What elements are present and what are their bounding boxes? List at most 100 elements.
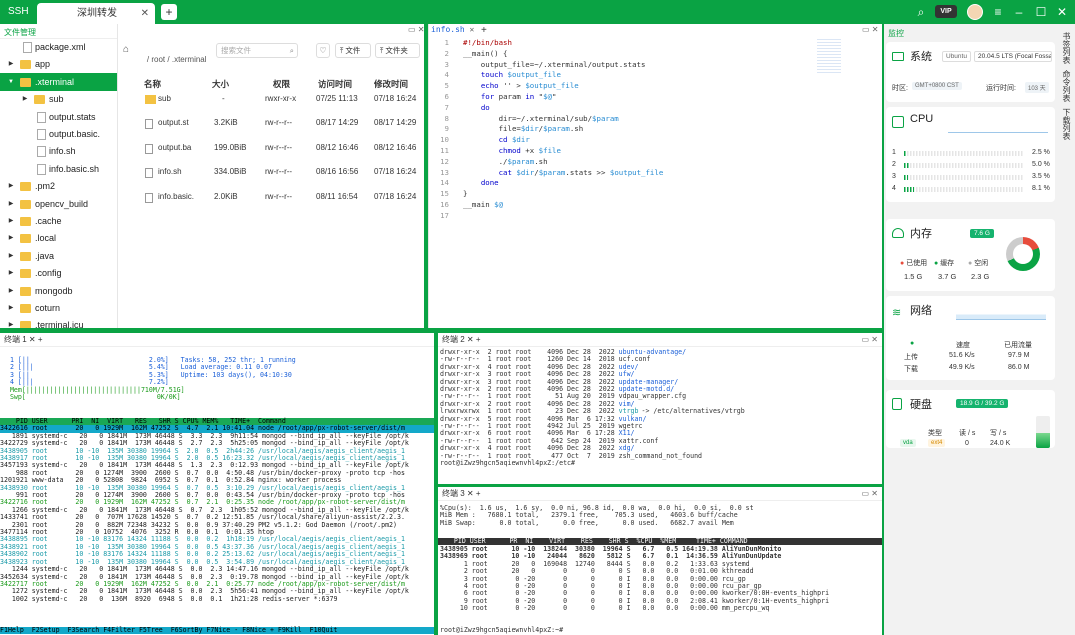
- code-line[interactable]: 7 do: [429, 103, 882, 114]
- add-tab-button[interactable]: +: [481, 25, 487, 36]
- close-icon[interactable]: ✕: [29, 335, 36, 344]
- add-tab-button[interactable]: +: [476, 489, 481, 498]
- code-line[interactable]: 8 dir=~/.xterminal/sub/$param: [429, 114, 882, 125]
- code-line[interactable]: 4 touch $output_file: [429, 70, 882, 81]
- terminal-2-tab[interactable]: 终端 2 ✕ +: [438, 333, 882, 347]
- code-line[interactable]: 15}: [429, 189, 882, 200]
- menu-icon[interactable]: ≡: [990, 4, 1006, 20]
- maximize-icon[interactable]: ☐: [1033, 4, 1049, 20]
- sidebar-item[interactable]: ▶ app: [0, 55, 117, 73]
- split-icon[interactable]: ▭: [408, 25, 416, 34]
- chevron-icon[interactable]: ▶: [6, 229, 16, 247]
- favorite-button[interactable]: ♡: [316, 43, 330, 58]
- sidebar-item[interactable]: ▶ .config: [0, 264, 117, 282]
- htop-process-list[interactable]: 1891 systemd-c 20 0 1841M 173M 46448 S 3…: [0, 432, 409, 603]
- terminal-3-tab[interactable]: 终端 3 ✕ +: [438, 487, 882, 501]
- avatar[interactable]: [967, 4, 983, 20]
- sidebar-item[interactable]: ▶ opencv_build: [0, 195, 117, 213]
- close-icon[interactable]: ✕: [418, 25, 425, 34]
- top-process-row[interactable]: 10 root 0 -20 0 0 0 I 0.0 0.0 0:00.00 mm…: [440, 604, 829, 612]
- sidebar-item[interactable]: info.sh: [0, 142, 117, 160]
- sidebar-item[interactable]: ▶ .terminal.icu: [0, 316, 117, 328]
- close-icon[interactable]: ✕: [871, 335, 878, 344]
- split-icon[interactable]: ▭: [862, 25, 870, 34]
- upload-folder-button[interactable]: ⤒ 文件夹: [375, 43, 420, 58]
- close-icon[interactable]: ✕: [872, 25, 879, 34]
- minimize-icon[interactable]: –: [1011, 4, 1027, 20]
- htop-process-row[interactable]: 1002 systemd-c 20 0 136M 8920 6948 S 0.0…: [0, 595, 409, 603]
- terminal-2[interactable]: 终端 2 ✕ + ▭ ✕ drwxr-xr-x 2 root root 4096…: [438, 333, 882, 484]
- terminal-1[interactable]: 终端 1 ✕ + 1 [|| 2.0%] Tasks: 58, 252 thr;…: [0, 333, 434, 635]
- search-icon[interactable]: ⌕: [913, 4, 929, 20]
- side-tab-downloads[interactable]: 下载列表: [1060, 104, 1072, 144]
- search-input[interactable]: 搜索文件 ⌕: [216, 43, 298, 58]
- code-line[interactable]: 17: [429, 211, 882, 222]
- close-icon[interactable]: ✕: [141, 3, 149, 24]
- sidebar-item[interactable]: ▶ .local: [0, 229, 117, 247]
- file-row[interactable]: info.basic. 2.0KiB rw-r--r-- 08/11 16:54 07/…: [118, 186, 424, 210]
- split-icon[interactable]: ▭: [862, 335, 870, 344]
- sidebar-item[interactable]: output.stats: [0, 108, 117, 126]
- code-line[interactable]: 6 for param in "$@": [429, 92, 882, 103]
- top-prompt[interactable]: root@iZwz9hgcn5aqiewnvhl4pxZ:~#: [440, 626, 567, 634]
- file-row[interactable]: output.st 3.2KiB rw-r--r-- 08/17 14:29 08/17…: [118, 112, 424, 136]
- chevron-icon[interactable]: ▶: [6, 264, 16, 282]
- sidebar-item[interactable]: output.basic.: [0, 125, 117, 143]
- sidebar-item[interactable]: info.basic.sh: [0, 160, 117, 178]
- code-editor[interactable]: info.sh ✕ + 1 #!/bin/bash 2 __main() {3 out…: [428, 24, 882, 328]
- chevron-icon[interactable]: ▶: [6, 195, 16, 213]
- sidebar-item[interactable]: ▶ mongodb: [0, 282, 117, 300]
- add-tab-button[interactable]: +: [161, 4, 177, 20]
- sidebar-item[interactable]: ▶ coturn: [0, 299, 117, 317]
- close-icon[interactable]: ✕: [467, 489, 474, 498]
- chevron-icon[interactable]: ▶: [20, 90, 30, 108]
- side-tab-commands[interactable]: 命令列表: [1060, 66, 1072, 106]
- split-icon[interactable]: ▭: [862, 489, 870, 498]
- code-line[interactable]: 12 ./$param.sh: [429, 157, 882, 168]
- code-line[interactable]: 11 chmod +x $file: [429, 146, 882, 157]
- code-line[interactable]: 1 #!/bin/bash: [429, 38, 882, 49]
- add-tab-button[interactable]: +: [38, 335, 43, 344]
- home-icon[interactable]: ⌂: [123, 44, 129, 55]
- tab-shenzhen[interactable]: 深圳转发 ✕: [37, 3, 155, 24]
- chevron-icon[interactable]: ▶: [6, 282, 16, 300]
- top-process-list[interactable]: 3438905 root 10 -10 138244 30380 19964 S…: [440, 545, 829, 613]
- chevron-icon[interactable]: ▶: [6, 247, 16, 265]
- side-tab-bookmarks[interactable]: 书签列表: [1060, 28, 1072, 68]
- code-line[interactable]: 2 __main() {: [429, 49, 882, 60]
- breadcrumb-xterminal[interactable]: .xterminal: [172, 55, 207, 64]
- sidebar-item[interactable]: ▶ .cache: [0, 212, 117, 230]
- sidebar-item[interactable]: ▶ .pm2: [0, 177, 117, 195]
- file-row[interactable]: output.ba 199.0BiB rw-r--r-- 08/12 16:46 08/…: [118, 137, 424, 161]
- breadcrumb-root[interactable]: root: [151, 55, 165, 64]
- chevron-icon[interactable]: ▶: [6, 316, 16, 328]
- close-icon[interactable]: ✕: [871, 489, 878, 498]
- terminal-3[interactable]: 终端 3 ✕ + ▭ ✕ %Cpu(s): 1.6 us, 1.6 sy, 0.…: [438, 487, 882, 635]
- tab-info-sh[interactable]: info.sh ✕: [431, 25, 474, 37]
- close-window-icon[interactable]: ✕: [1054, 4, 1070, 20]
- sidebar-item[interactable]: ▶ .java: [0, 247, 117, 265]
- code-line[interactable]: 13 cat $dir/$param.stats >> $output_file: [429, 168, 882, 179]
- code-line[interactable]: 9 file=$dir/$param.sh: [429, 124, 882, 135]
- sidebar-item[interactable]: ▼ .xterminal: [0, 72, 117, 91]
- upload-file-button[interactable]: ⤒ 文件: [335, 43, 371, 58]
- chevron-icon[interactable]: ▼: [6, 73, 16, 91]
- code-line[interactable]: 3 output_file=~/.xterminal/output.stats: [429, 60, 882, 71]
- htop-footer[interactable]: F1Help F2Setup F3Search F4Filter F5Tree …: [0, 626, 434, 635]
- file-row[interactable]: sub - rwxr-xr-x 07/25 11:13 07/18 16:24: [118, 88, 424, 112]
- chevron-icon[interactable]: ▶: [6, 55, 16, 73]
- sidebar-item[interactable]: package.xml: [0, 38, 117, 56]
- terminal-1-tab[interactable]: 终端 1 ✕ +: [0, 333, 434, 347]
- file-row[interactable]: info.sh 334.0BiB rw-r--r-- 08/16 16:56 07/18…: [118, 161, 424, 185]
- close-icon[interactable]: ✕: [467, 335, 474, 344]
- code-line[interactable]: 10 cd $dir: [429, 135, 882, 146]
- chevron-icon[interactable]: ▶: [6, 177, 16, 195]
- code-line[interactable]: 5 echo '' > $output_file: [429, 81, 882, 92]
- sidebar-item[interactable]: ▶ sub: [0, 90, 117, 108]
- code-line[interactable]: 16 __main $@: [429, 200, 882, 211]
- chevron-icon[interactable]: ▶: [6, 212, 16, 230]
- chevron-icon[interactable]: ▶: [6, 299, 16, 317]
- vip-badge[interactable]: VIP: [935, 5, 957, 18]
- close-icon[interactable]: ✕: [470, 25, 475, 34]
- add-tab-button[interactable]: +: [476, 335, 481, 344]
